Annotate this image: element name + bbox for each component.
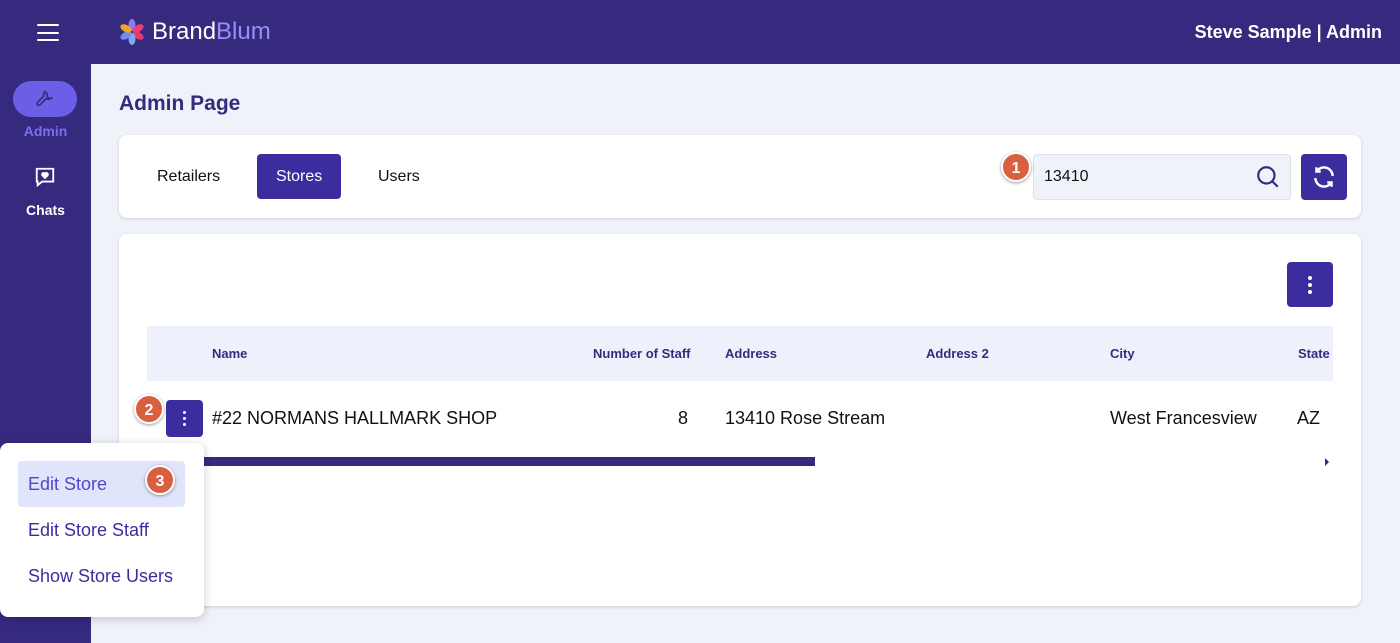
search-value: 13410 — [1044, 168, 1089, 185]
tab-users[interactable]: Users — [359, 154, 439, 199]
step-badge-1: 1 — [1001, 152, 1031, 182]
col-state[interactable]: State — [1298, 346, 1330, 361]
menu-item-show-store-users[interactable]: Show Store Users — [18, 553, 185, 599]
cell-city: West Francesview — [1110, 408, 1257, 428]
user-info: Steve Sample | Admin — [1194, 22, 1382, 42]
col-address[interactable]: Address — [725, 346, 777, 361]
col-staff[interactable]: Number of Staff — [593, 346, 691, 361]
search-input[interactable]: 13410 — [1033, 154, 1291, 200]
cell-name: #22 NORMANS HALLMARK SHOP — [212, 408, 498, 428]
col-city[interactable]: City — [1110, 346, 1135, 361]
cell-address: 13410 Rose Stream — [725, 408, 886, 428]
tab-retailers[interactable]: Retailers — [138, 154, 239, 199]
search-icon[interactable] — [1255, 164, 1281, 190]
menu-item-edit-store-staff[interactable]: Edit Store Staff — [18, 507, 185, 553]
refresh-icon — [1314, 166, 1334, 188]
col-address2[interactable]: Address 2 — [926, 346, 989, 361]
hamburger-menu-icon[interactable] — [37, 24, 59, 41]
refresh-button[interactable] — [1301, 154, 1347, 200]
tab-stores[interactable]: Stores — [257, 154, 341, 199]
horizontal-scrollbar[interactable] — [203, 457, 815, 466]
brand-name-2: Blum — [216, 18, 271, 45]
sidebar-item-admin[interactable] — [13, 81, 77, 117]
sidebar-admin-label: Admin — [23, 123, 68, 139]
table-options-button[interactable] — [1287, 262, 1333, 307]
step-badge-3: 3 — [145, 465, 175, 495]
page-title: Admin Page — [119, 92, 241, 115]
scroll-right-arrow-icon[interactable] — [1325, 458, 1329, 466]
chat-heart-icon[interactable] — [34, 166, 56, 193]
flower-logo-icon — [120, 19, 144, 45]
brand-name-1: Brand — [152, 18, 217, 45]
step-badge-2: 2 — [134, 394, 164, 424]
col-name[interactable]: Name — [212, 346, 247, 361]
brand-logo: BrandBlum — [118, 18, 271, 46]
wrench-icon — [36, 90, 54, 107]
cell-state: AZ — [1297, 408, 1321, 428]
row-actions-button[interactable] — [166, 400, 203, 437]
sidebar-item-chats[interactable]: Chats — [0, 202, 91, 218]
more-vertical-icon — [183, 411, 186, 426]
cell-staff: 8 — [678, 408, 689, 428]
more-vertical-icon — [1308, 275, 1312, 294]
